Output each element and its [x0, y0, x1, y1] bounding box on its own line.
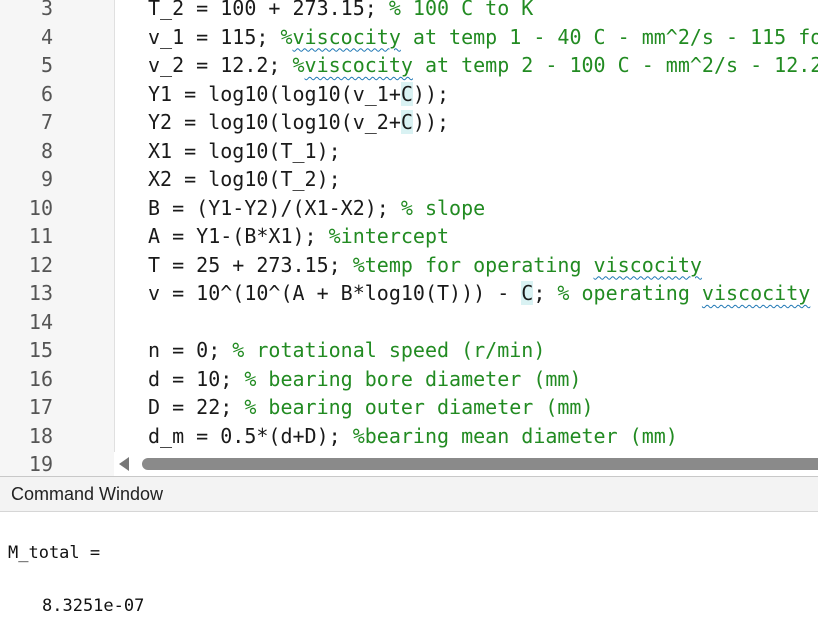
code-comment: %temp for operating — [352, 252, 594, 277]
command-window-output[interactable]: M_total = 8.3251e-07 — [0, 512, 818, 623]
code-token: Y1 = log10(log10(v_1+ — [148, 81, 401, 106]
code-comment: at temp 2 - 100 C - mm^2/s - 12.2 — [412, 53, 818, 77]
line-number: 11 — [28, 224, 53, 248]
code-comment: % 100 C to K — [388, 0, 534, 20]
code-text[interactable]: v_1 = 115; %viscocity at temp 1 - 40 C -… — [148, 23, 818, 52]
code-token: n = 0; — [148, 338, 233, 362]
code-line[interactable]: 18 d_m = 0.5*(d+D); %bearing mean diamete… — [0, 422, 818, 451]
code-line[interactable]: 15 n = 0; % rotational speed (r/min) — [0, 336, 818, 365]
code-token: T_2 = 100 + 273.15; — [148, 0, 389, 20]
code-comment: viscocity — [304, 53, 413, 77]
code-token: X1 = log10(T_1); — [148, 138, 341, 163]
code-token: v_2 = 12.2; — [148, 53, 293, 77]
code-token: C — [521, 281, 534, 305]
code-comment: viscocity — [292, 24, 401, 49]
code-token: Y2 = log10(log10(v_2+ — [148, 110, 401, 134]
code-comment: viscocity — [593, 252, 702, 277]
line-number: 19 — [28, 452, 53, 476]
code-line[interactable]: 14 — [0, 308, 818, 337]
line-number: 16 — [28, 366, 53, 391]
code-token: D = 22; — [148, 395, 245, 419]
code-text[interactable]: Y1 = log10(log10(v_1+C)); — [148, 80, 449, 109]
code-comment: % bearing bore diameter (mm) — [244, 366, 582, 391]
output-variable: M_total = — [8, 543, 101, 563]
line-number: 9 — [40, 167, 53, 191]
code-line[interactable]: 3 T_2 = 100 + 273.15; % 100 C to K — [0, 0, 818, 23]
code-line[interactable]: 7 Y2 = log10(log10(v_2+C)); — [0, 108, 818, 137]
code-line[interactable]: 13 v = 10^(10^(A + B*log10(T))) - C; % op… — [0, 279, 818, 308]
code-comment: % rotational speed (r/min) — [232, 338, 546, 362]
code-comment: % — [280, 24, 293, 49]
code-text[interactable]: X1 = log10(T_1); — [148, 137, 341, 166]
code-token: d = 10; — [148, 366, 245, 391]
code-text[interactable]: v = 10^(10^(A + B*log10(T))) - C; % oper… — [148, 279, 810, 308]
code-text[interactable]: A = Y1-(B*X1); %intercept — [148, 222, 449, 251]
code-text[interactable]: X2 = log10(T_2); — [148, 165, 341, 194]
code-token: ; — [533, 281, 558, 305]
command-window-title: Command Window — [11, 484, 164, 504]
line-number: 14 — [28, 309, 53, 334]
output-value: 8.3251e-07 — [42, 596, 145, 616]
code-token: C — [400, 81, 413, 106]
line-number: 13 — [28, 281, 53, 305]
code-text[interactable]: B = (Y1-Y2)/(X1-X2); % slope — [148, 194, 485, 223]
line-number: 15 — [28, 338, 53, 362]
code-comment: %bearing mean diameter (mm) — [352, 423, 678, 448]
code-text[interactable]: Y2 = log10(log10(v_2+C)); — [148, 108, 449, 137]
code-text[interactable]: n = 0; % rotational speed (r/min) — [148, 336, 545, 365]
code-comment: % — [292, 53, 305, 77]
code-token: v_1 = 115; — [148, 24, 281, 49]
code-token: B = (Y1-Y2)/(X1-X2); — [148, 195, 401, 220]
command-window-header: Command Window — [0, 476, 818, 512]
code-text[interactable]: v_2 = 12.2; %viscocity at temp 2 - 100 C… — [148, 51, 818, 80]
line-number: 17 — [28, 395, 53, 419]
code-text[interactable]: T_2 = 100 + 273.15; % 100 C to K — [148, 0, 533, 23]
code-line[interactable]: 10 B = (Y1-Y2)/(X1-X2); % slope — [0, 194, 818, 223]
code-token: X2 = log10(T_2); — [148, 167, 341, 191]
code-token: )); — [412, 110, 450, 134]
code-token: )); — [412, 81, 450, 106]
horizontal-scrollbar[interactable] — [114, 452, 818, 476]
line-number: 3 — [40, 0, 53, 20]
code-text[interactable]: D = 22; % bearing outer diameter (mm) — [148, 393, 594, 422]
code-line[interactable]: 12 T = 25 + 273.15; %temp for operating v… — [0, 251, 818, 280]
code-line[interactable]: 4 v_1 = 115; %viscocity at temp 1 - 40 C … — [0, 23, 818, 52]
line-number: 5 — [40, 53, 53, 77]
code-comment: viscocity — [701, 281, 811, 305]
code-line[interactable]: 11 A = Y1-(B*X1); %intercept — [0, 222, 818, 251]
line-number: 12 — [28, 252, 53, 277]
code-token: C — [400, 110, 413, 134]
scroll-left-arrow-icon[interactable] — [119, 457, 129, 471]
code-line[interactable]: 16 d = 10; % bearing bore diameter (mm) — [0, 365, 818, 394]
code-line[interactable]: 5 v_2 = 12.2; %viscocity at temp 2 - 100 … — [0, 51, 818, 80]
code-comment: % operating — [557, 281, 702, 305]
code-comment: % bearing outer diameter (mm) — [244, 395, 594, 419]
code-token: d_m = 0.5*(d+D); — [148, 423, 353, 448]
code-line[interactable]: 8 X1 = log10(T_1); — [0, 137, 818, 166]
line-number: 10 — [28, 195, 53, 220]
code-text[interactable]: d_m = 0.5*(d+D); %bearing mean diameter … — [148, 422, 678, 451]
code-comment: % slope — [400, 195, 486, 220]
line-number: 7 — [40, 110, 53, 134]
scrollbar-thumb[interactable] — [142, 458, 818, 470]
code-line[interactable]: 9 X2 = log10(T_2); — [0, 165, 818, 194]
code-text[interactable]: d = 10; % bearing bore diameter (mm) — [148, 365, 581, 394]
line-number: 18 — [28, 423, 53, 448]
code-token: A = Y1-(B*X1); — [148, 224, 329, 248]
code-text[interactable]: T = 25 + 273.15; %temp for operating vis… — [148, 251, 702, 280]
code-editor[interactable]: 3 T_2 = 100 + 273.15; % 100 C to K 4 v_1 = … — [0, 0, 818, 476]
code-line[interactable]: 6 Y1 = log10(log10(v_1+C)); — [0, 80, 818, 109]
code-line[interactable]: 17 D = 22; % bearing outer diameter (mm) — [0, 393, 818, 422]
line-number: 6 — [40, 81, 53, 106]
line-number: 8 — [40, 138, 53, 163]
code-token: v = 10^(10^(A + B*log10(T))) - — [148, 281, 522, 305]
line-number: 4 — [40, 24, 53, 49]
code-comment: %intercept — [328, 224, 450, 248]
code-comment: at temp 1 - 40 C - mm^2/s - 115 fo — [400, 24, 818, 49]
code-token: T = 25 + 273.15; — [148, 252, 353, 277]
